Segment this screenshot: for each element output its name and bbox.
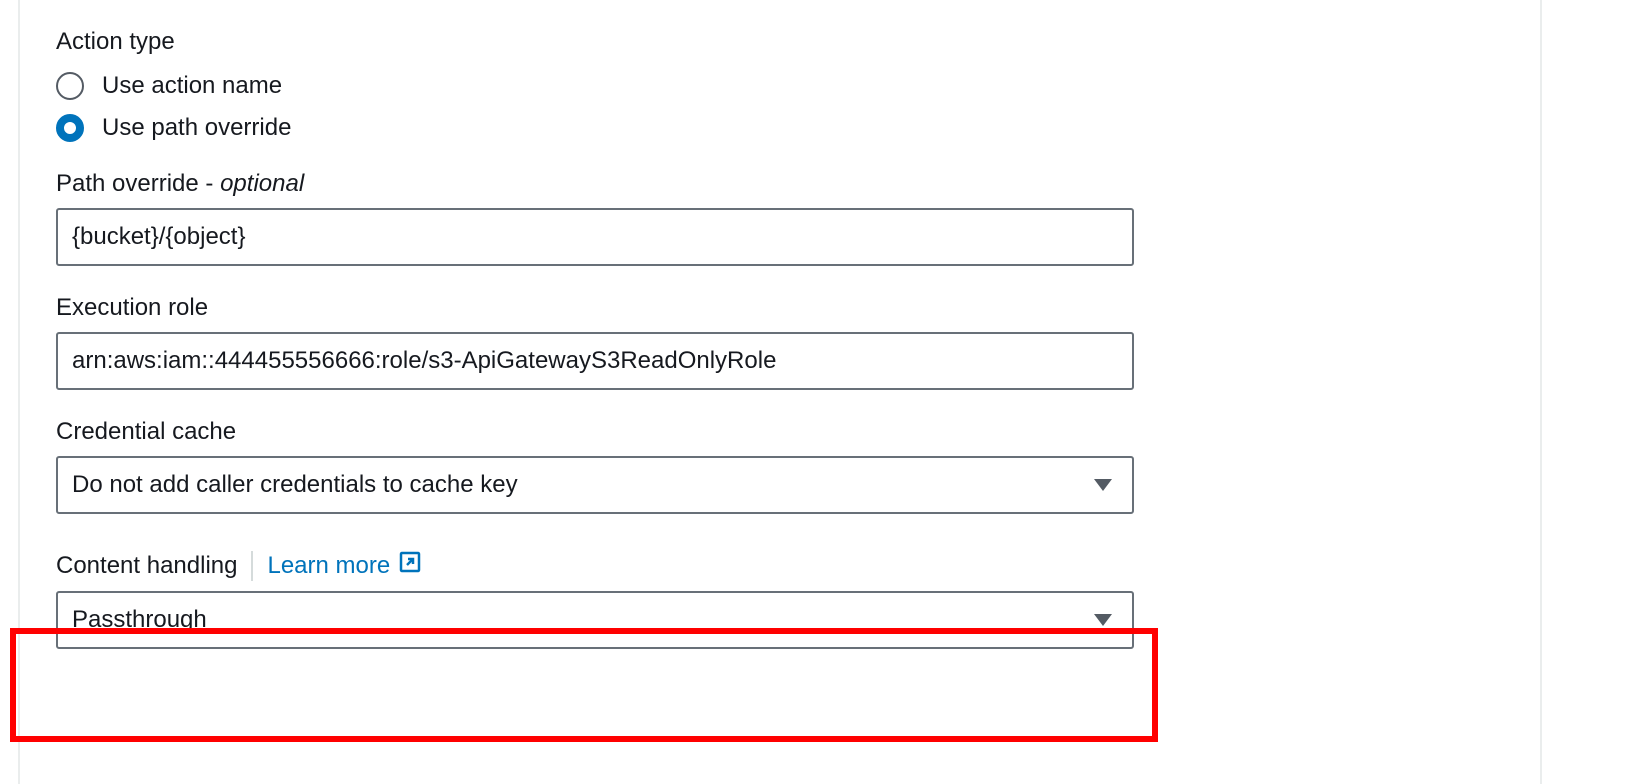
path-override-label-text: Path override - [56, 170, 220, 197]
action-type-label: Action type [56, 28, 1504, 56]
execution-role-label: Execution role [56, 294, 1504, 322]
optional-text: optional [220, 170, 304, 197]
path-override-label: Path override - optional [56, 170, 1504, 198]
action-type-group: Action type Use action name Use path ove… [56, 28, 1504, 142]
radio-label: Use action name [102, 72, 282, 100]
external-link-icon [398, 550, 422, 581]
path-override-input[interactable] [56, 208, 1134, 266]
content-handling-group: Content handling Learn more Passthrou [56, 550, 1504, 649]
content-handling-select[interactable]: Passthrough [56, 591, 1134, 649]
form-panel: Action type Use action name Use path ove… [18, 0, 1542, 784]
path-override-group: Path override - optional [56, 170, 1504, 266]
learn-more-text: Learn more [267, 552, 390, 580]
radio-use-path-override[interactable]: Use path override [56, 114, 1504, 142]
credential-cache-label: Credential cache [56, 418, 1504, 446]
radio-use-action-name[interactable]: Use action name [56, 72, 1504, 100]
execution-role-group: Execution role [56, 294, 1504, 390]
content-handling-value: Passthrough [72, 606, 207, 634]
execution-role-input[interactable] [56, 332, 1134, 390]
credential-cache-group: Credential cache Do not add caller crede… [56, 418, 1504, 514]
radio-icon [56, 72, 84, 100]
radio-icon-selected [56, 114, 84, 142]
action-type-radio-group: Use action name Use path override [56, 72, 1504, 142]
content-handling-label-row: Content handling Learn more [56, 550, 1504, 581]
content-handling-label: Content handling [56, 552, 237, 580]
credential-cache-value: Do not add caller credentials to cache k… [72, 471, 518, 499]
radio-label: Use path override [102, 114, 291, 142]
credential-cache-select[interactable]: Do not add caller credentials to cache k… [56, 456, 1134, 514]
learn-more-link[interactable]: Learn more [267, 550, 422, 581]
label-divider [251, 551, 253, 581]
